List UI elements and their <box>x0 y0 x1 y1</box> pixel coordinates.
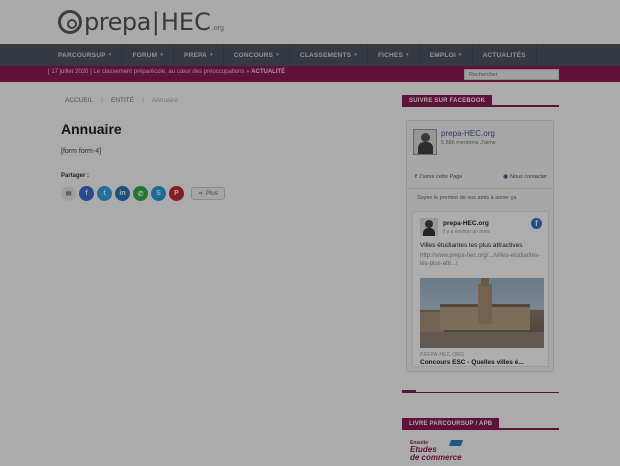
fb-page-header[interactable]: prepa-HEC.org 5 886 mentions J'aime <box>413 129 496 155</box>
share-buttons: ✉ f t in ✆ S P ⋖ Plus <box>61 186 225 201</box>
post-headline[interactable]: Concours ESC - Quelles villes é... <box>420 359 524 366</box>
share-icon: ⋖ <box>198 191 204 197</box>
post-domain: PREPA-HEC.ORG <box>420 352 465 358</box>
fb-divider <box>407 188 553 189</box>
facebook-page-widget: prepa-HEC.org 5 886 mentions J'aime f J'a… <box>406 120 554 372</box>
twitter-share-icon[interactable]: t <box>97 186 112 201</box>
search-input[interactable] <box>464 69 559 80</box>
chevron-down-icon: ▾ <box>160 52 164 58</box>
chevron-down-icon: ▾ <box>276 52 279 58</box>
post-text: Villes étudiantes les plus attractives <box>420 242 523 249</box>
site-header: prepa | HEC .org <box>0 0 620 44</box>
nav-item-classements[interactable]: CLASSEMENTS ▾ <box>290 44 368 66</box>
breadcrumb: ACCUEIL / ENTITÉ / Annuaire <box>65 97 178 104</box>
messenger-icon: ◉ <box>503 174 508 180</box>
nav-item-concours[interactable]: CONCOURS ▾ <box>224 44 290 66</box>
widget-divider <box>402 105 559 107</box>
fb-like-button[interactable]: f J'aime cette Page <box>415 174 462 180</box>
widget-divider <box>402 392 559 393</box>
chevron-down-icon: ▾ <box>458 52 462 58</box>
nav-item-forum[interactable]: FORUM ▾ <box>122 44 175 66</box>
post-time: il y a environ un mois <box>443 229 490 235</box>
facebook-share-icon[interactable]: f <box>79 186 94 201</box>
fb-first-friends: Soyez le premier de vos amis à aimer ça <box>417 195 517 201</box>
nav-item-prepa[interactable]: PREPA ▾ <box>174 44 224 66</box>
livre-cover-image[interactable]: Ensuite Etudes de commerce <box>410 440 464 466</box>
pinterest-share-icon[interactable]: P <box>169 186 184 201</box>
page-title: Annuaire <box>61 121 122 137</box>
main-nav: PARCOURSUP ▾ FORUM ▾ PREPA ▾ CONCOURS ▾ CLAS… <box>0 44 620 66</box>
breadcrumb-section[interactable]: ENTITÉ <box>111 97 134 104</box>
nav-item-actualites[interactable]: ACTUALITÉS <box>473 44 537 66</box>
fb-post[interactable]: prepa-HEC.org il y a environ un mois f V… <box>412 211 549 367</box>
skype-share-icon[interactable]: S <box>151 186 166 201</box>
post-link[interactable]: http://www.prepa-hec.org/.../villes-etud… <box>420 252 544 268</box>
chevron-down-icon: ▾ <box>108 52 112 58</box>
breadcrumb-home[interactable]: ACCUEIL <box>65 97 93 104</box>
breadcrumb-separator: / <box>101 97 103 104</box>
breadcrumb-separator: / <box>142 97 144 104</box>
post-image[interactable] <box>420 278 544 348</box>
whatsapp-share-icon[interactable]: ✆ <box>133 186 148 201</box>
share-label: Partager : <box>61 173 90 179</box>
chevron-down-icon: ▾ <box>354 52 357 58</box>
nav-item-emploi[interactable]: EMPLOI ▾ <box>420 44 473 66</box>
site-logo[interactable]: prepa | HEC .org <box>58 5 224 39</box>
nav-item-fiches[interactable]: FICHES ▾ <box>368 44 420 66</box>
form-shortcode: [form form-4] <box>61 148 102 155</box>
news-ticker: [ 17 juillet 2020 ] Le classement prépa/… <box>0 66 620 82</box>
share-more-button[interactable]: ⋖ Plus <box>191 187 225 200</box>
fb-page-name[interactable]: prepa-HEC.org <box>441 129 496 138</box>
fb-actions: f J'aime cette Page ◉ Nous contacter <box>415 174 547 180</box>
logo-mark-icon <box>58 10 82 34</box>
widget-divider <box>402 428 559 430</box>
fb-contact-button[interactable]: ◉ Nous contacter <box>503 174 547 180</box>
nav-item-parcoursup[interactable]: PARCOURSUP ▾ <box>48 44 123 66</box>
facebook-icon[interactable]: f <box>531 218 542 229</box>
facebook-icon: f <box>415 174 417 180</box>
post-author-name[interactable]: prepa-HEC.org <box>443 220 489 227</box>
breadcrumb-current: Annuaire <box>151 97 178 104</box>
logo-separator: | <box>151 8 160 36</box>
chevron-down-icon: ▾ <box>406 52 409 58</box>
logo-tld: .org <box>211 24 224 32</box>
chevron-down-icon: ▾ <box>209 52 213 58</box>
fb-page-avatar[interactable] <box>413 129 437 155</box>
logo-word-prepa: prepa <box>84 8 151 36</box>
email-share-icon[interactable]: ✉ <box>61 186 76 201</box>
post-author-avatar[interactable] <box>420 218 438 236</box>
ticker-headline[interactable]: [ 17 juillet 2020 ] Le classement prépa/… <box>48 69 285 75</box>
linkedin-share-icon[interactable]: in <box>115 186 130 201</box>
logo-word-hec: HEC <box>160 8 211 36</box>
fb-page-likes: 5 886 mentions J'aime <box>441 140 496 146</box>
